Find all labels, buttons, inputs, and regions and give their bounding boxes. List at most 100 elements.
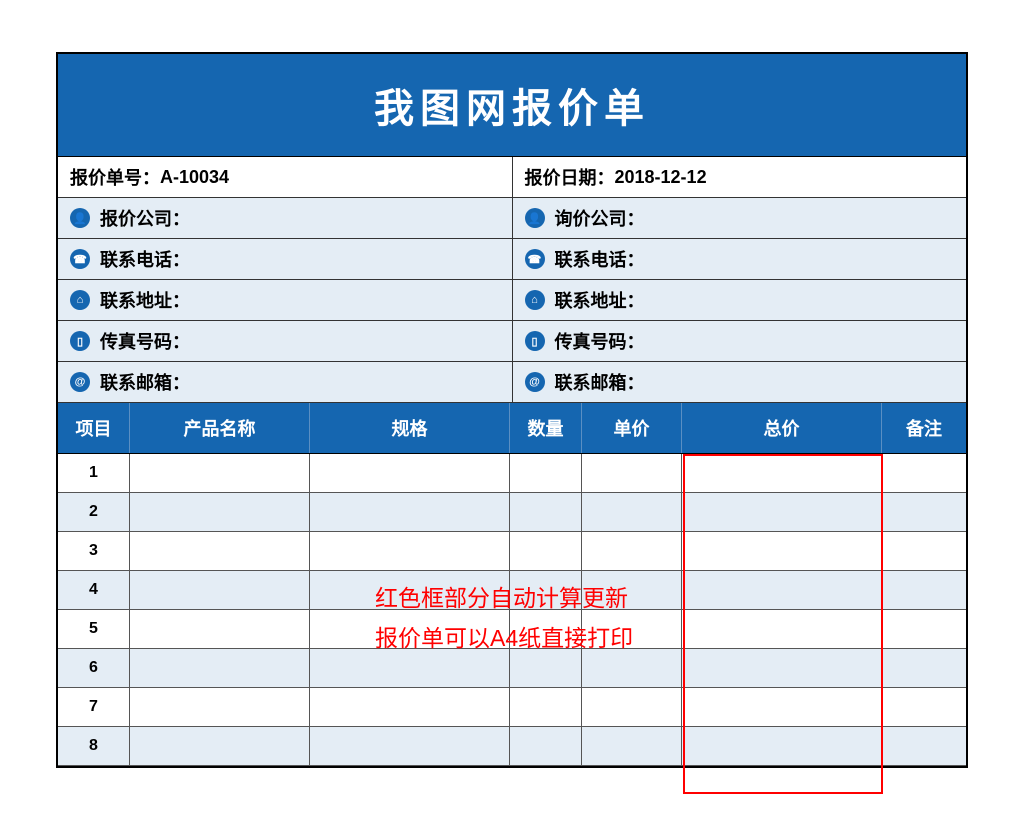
cell-note[interactable] [882,727,966,765]
info-label: 联系电话： [555,246,645,272]
cell-spec[interactable] [310,688,510,726]
cell-spec[interactable] [310,571,510,609]
person-icon: 👤 [70,208,90,228]
quote-date-label: 报价日期： [525,164,615,190]
cell-total [682,454,882,492]
location-icon: ⌂ [70,290,90,310]
cell-note[interactable] [882,610,966,648]
cell-total [682,493,882,531]
cell-qty[interactable] [510,688,582,726]
cell-qty[interactable] [510,454,582,492]
cell-price[interactable] [582,649,682,687]
cell-name[interactable] [130,454,310,492]
cell-qty[interactable] [510,649,582,687]
person-icon: 👤 [525,208,545,228]
cell-item-no: 8 [58,727,130,765]
cell-spec[interactable] [310,493,510,531]
cell-note[interactable] [882,649,966,687]
cell-price[interactable] [582,532,682,570]
cell-item-no: 3 [58,532,130,570]
cell-qty[interactable] [510,493,582,531]
cell-note[interactable] [882,688,966,726]
info-row: ⌂ 联系地址： ⌂ 联系地址： [58,280,966,321]
info-cell-left: @ 联系邮箱： [58,362,512,402]
cell-spec[interactable] [310,454,510,492]
col-qty: 数量 [510,403,582,453]
cell-name[interactable] [130,493,310,531]
cell-name[interactable] [130,688,310,726]
info-cell-left: ☎联系电话： [58,239,512,279]
info-row: ▯ 传真号码： ▯ 传真号码： [58,321,966,362]
info-cell-right: 👤询价公司： [512,198,967,238]
cell-spec[interactable] [310,727,510,765]
cell-price[interactable] [582,688,682,726]
col-price: 单价 [582,403,682,453]
info-cell-left: ⌂ 联系地址： [58,280,512,320]
cell-note[interactable] [882,454,966,492]
sheet-title: 我图网报价单 [58,54,966,157]
cell-note[interactable] [882,571,966,609]
cell-qty[interactable] [510,532,582,570]
info-label: 联系地址： [555,287,645,313]
phone-icon: ☎ [525,249,545,269]
col-name: 产品名称 [130,403,310,453]
cell-price[interactable] [582,727,682,765]
header-numbers-row: 报价单号： A-10034 报价日期： 2018-12-12 [58,157,966,198]
location-icon: ⌂ [525,290,545,310]
cell-item-no: 6 [58,649,130,687]
info-cell-right: ⌂ 联系地址： [512,280,967,320]
cell-total [682,727,882,765]
cell-price[interactable] [582,454,682,492]
at-icon: @ [525,372,545,392]
cell-name[interactable] [130,571,310,609]
cell-price[interactable] [582,610,682,648]
table-row: 1 [58,454,966,493]
mobile-icon: ▯ [70,331,90,351]
info-label: 传真号码： [100,328,190,354]
quotation-sheet: 我图网报价单 报价单号： A-10034 报价日期： 2018-12-12 👤 报… [56,52,968,768]
col-spec: 规格 [310,403,510,453]
quote-date-cell: 报价日期： 2018-12-12 [512,157,967,197]
col-total: 总价 [682,403,882,453]
cell-name[interactable] [130,532,310,570]
info-label: 联系邮箱： [100,369,190,395]
info-label: 联系地址： [100,287,190,313]
cell-total [682,532,882,570]
cell-total [682,571,882,609]
cell-price[interactable] [582,571,682,609]
cell-note[interactable] [882,493,966,531]
cell-spec[interactable] [310,610,510,648]
cell-spec[interactable] [310,649,510,687]
info-label: 报价公司： [100,205,190,231]
at-icon: @ [70,372,90,392]
mobile-icon: ▯ [525,331,545,351]
cell-name[interactable] [130,727,310,765]
cell-note[interactable] [882,532,966,570]
cell-item-no: 1 [58,454,130,492]
cell-total [682,610,882,648]
table-row: 6 [58,649,966,688]
cell-name[interactable] [130,610,310,648]
col-item: 项目 [58,403,130,453]
info-label: 联系电话： [100,246,190,272]
cell-total [682,688,882,726]
info-row: @联系邮箱：@联系邮箱： [58,362,966,403]
info-label: 传真号码： [555,328,645,354]
quote-number-cell: 报价单号： A-10034 [58,157,512,197]
cell-qty[interactable] [510,727,582,765]
table-row: 2 [58,493,966,532]
info-row: ☎联系电话：☎联系电话： [58,239,966,280]
cell-qty[interactable] [510,610,582,648]
cell-item-no: 2 [58,493,130,531]
quote-number-value: A-10034 [160,167,229,188]
cell-name[interactable] [130,649,310,687]
table-row: 7 [58,688,966,727]
cell-item-no: 4 [58,571,130,609]
cell-price[interactable] [582,493,682,531]
cell-spec[interactable] [310,532,510,570]
info-cell-right: @联系邮箱： [512,362,967,402]
col-note: 备注 [882,403,966,453]
cell-total [682,649,882,687]
cell-qty[interactable] [510,571,582,609]
table-row: 8 [58,727,966,766]
